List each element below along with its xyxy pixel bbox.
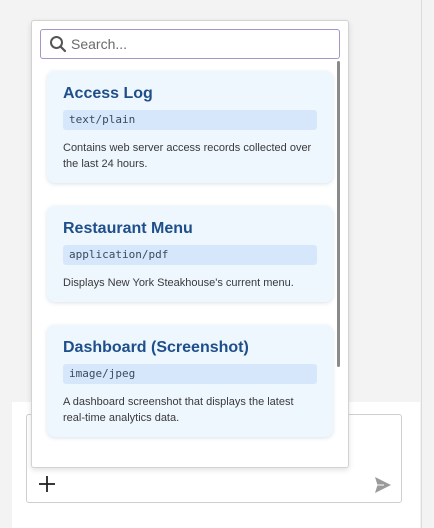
resource-description: Displays New York Steakhouse's current m… [63,277,294,289]
resource-picker-popup: Access Log text/plain Contains web serve… [31,20,349,468]
add-attachment-button[interactable] [36,473,58,495]
resource-item-restaurant-menu[interactable]: Restaurant Menu application/pdf Displays… [47,206,333,302]
resource-item-dashboard-screenshot[interactable]: Dashboard (Screenshot) image/jpeg A dash… [47,325,333,437]
search-input[interactable] [71,33,333,55]
resource-mime-badge: image/jpeg [63,364,317,384]
send-button[interactable] [373,475,393,495]
plus-icon [39,476,55,492]
resource-description: Contains web server access records colle… [63,142,312,170]
resource-list: Access Log text/plain Contains web serve… [32,67,348,467]
search-icon [50,36,67,53]
search-box[interactable] [40,29,340,59]
panel-divider [421,0,422,528]
resource-mime-badge: application/pdf [63,245,317,265]
resource-item-access-log[interactable]: Access Log text/plain Contains web serve… [47,71,333,183]
list-scrollbar[interactable] [337,61,340,367]
send-icon [375,477,391,493]
resource-mime-badge: text/plain [63,110,317,130]
resource-title: Dashboard (Screenshot) [63,339,249,356]
resource-title: Restaurant Menu [63,220,193,237]
resource-description: A dashboard screenshot that displays the… [63,396,294,424]
resource-title: Access Log [63,85,153,102]
